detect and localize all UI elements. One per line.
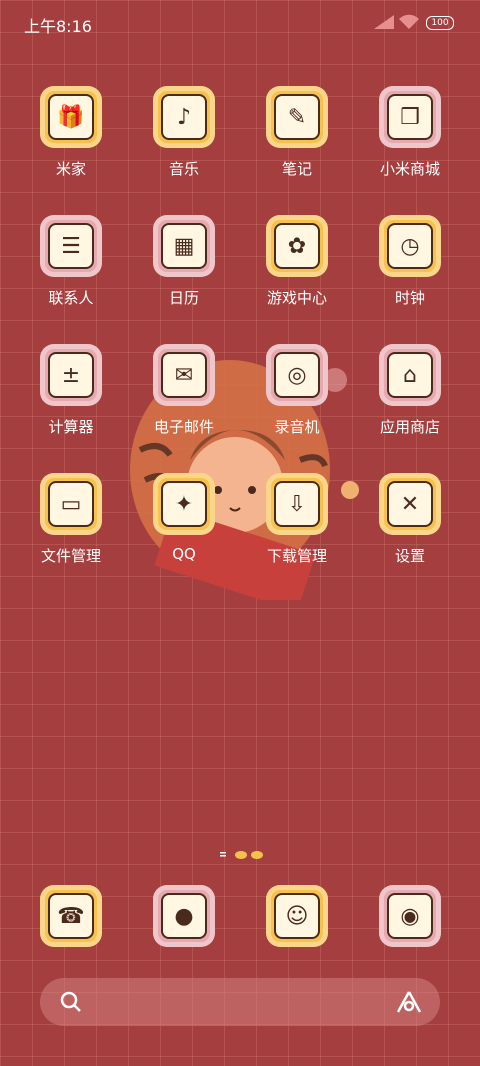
battery-indicator: 100 — [426, 16, 454, 30]
app-14[interactable]: ⇩ 下载管理 — [247, 473, 347, 583]
app-label: 应用商店 — [379, 418, 440, 436]
app-12[interactable]: ▭ 文件管理 — [21, 473, 121, 583]
tiger-clock-icon-glyph: ◷ — [387, 223, 433, 269]
app-2[interactable]: ✎ 笔记 — [247, 86, 347, 196]
calendar-icon[interactable]: ▦ — [153, 215, 215, 277]
envelope-icon-glyph: ✉ — [161, 352, 207, 398]
app-label: 下载管理 — [266, 547, 327, 565]
app-1[interactable]: ♪ 音乐 — [134, 86, 234, 196]
download-icon-glyph: ⇩ — [274, 481, 320, 527]
app-label: 米家 — [55, 160, 86, 178]
camera-icon-glyph: ◉ — [387, 893, 433, 939]
wrench-settings-icon[interactable]: ✕ — [379, 473, 441, 535]
calculator-icon[interactable]: ± — [40, 344, 102, 406]
wifi-icon — [399, 14, 419, 29]
ball-messages-icon[interactable]: ● — [153, 885, 215, 947]
assistant-icon[interactable] — [396, 990, 422, 1014]
app-label: 小米商城 — [379, 160, 440, 178]
phone-icon[interactable]: ☎ — [40, 885, 102, 947]
penguin-qq-icon[interactable]: ✦ — [153, 473, 215, 535]
calculator-icon-glyph: ± — [48, 352, 94, 398]
app-label: 联系人 — [48, 289, 94, 307]
cassette-recorder-icon-glyph: ◎ — [274, 352, 320, 398]
phone-icon-glyph: ☎ — [48, 893, 94, 939]
app-9[interactable]: ✉ 电子邮件 — [134, 344, 234, 454]
signal-icon — [374, 15, 394, 29]
app-3[interactable]: ❒ 小米商城 — [360, 86, 460, 196]
tiger-browser-icon-glyph: ☺ — [274, 893, 320, 939]
app-15[interactable]: ✕ 设置 — [360, 473, 460, 583]
app-label: 计算器 — [48, 418, 94, 436]
tiger-clock-icon[interactable]: ◷ — [379, 215, 441, 277]
tiger-browser-icon[interactable]: ☺ — [266, 885, 328, 947]
app-label: 日历 — [168, 289, 199, 307]
tiger-music-icon-glyph: ♪ — [161, 94, 207, 140]
app-label: 时钟 — [394, 289, 425, 307]
app-store-icon[interactable]: ⌂ — [379, 344, 441, 406]
battery-level: 100 — [431, 18, 449, 28]
download-icon[interactable]: ⇩ — [266, 473, 328, 535]
status-time: 上午8:16 — [24, 17, 92, 36]
tiger-music-icon[interactable]: ♪ — [153, 86, 215, 148]
search-icon[interactable] — [60, 991, 82, 1013]
app-4[interactable]: ☰ 联系人 — [21, 215, 121, 325]
folder-icon-glyph: ▭ — [48, 481, 94, 527]
app-11[interactable]: ⌂ 应用商店 — [360, 344, 460, 454]
penguin-qq-icon-glyph: ✦ — [161, 481, 207, 527]
wrench-settings-icon-glyph: ✕ — [387, 481, 433, 527]
app-label: 游戏中心 — [266, 289, 327, 307]
shop-bag-icon[interactable]: ❒ — [379, 86, 441, 148]
search-bar[interactable] — [40, 978, 440, 1026]
app-13[interactable]: ✦ QQ — [134, 473, 234, 583]
folder-icon[interactable]: ▭ — [40, 473, 102, 535]
cat-game-icon-glyph: ✿ — [274, 223, 320, 269]
notebook-pen-icon[interactable]: ✎ — [266, 86, 328, 148]
cassette-recorder-icon[interactable]: ◎ — [266, 344, 328, 406]
app-label: 录音机 — [274, 418, 320, 436]
app-6[interactable]: ✿ 游戏中心 — [247, 215, 347, 325]
app-label: 文件管理 — [40, 547, 101, 565]
app-7[interactable]: ◷ 时钟 — [360, 215, 460, 325]
app-store-icon-glyph: ⌂ — [387, 352, 433, 398]
contacts-card-icon[interactable]: ☰ — [40, 215, 102, 277]
calendar-icon-glyph: ▦ — [161, 223, 207, 269]
app-10[interactable]: ◎ 录音机 — [247, 344, 347, 454]
gift-icon-glyph: 🎁 — [48, 94, 94, 140]
app-label: QQ — [172, 545, 196, 563]
app-label: 笔记 — [281, 160, 312, 178]
cat-game-icon[interactable]: ✿ — [266, 215, 328, 277]
status-bar: 上午8:16 100 — [0, 0, 480, 46]
envelope-icon[interactable]: ✉ — [153, 344, 215, 406]
notebook-pen-icon-glyph: ✎ — [274, 94, 320, 140]
shop-bag-icon-glyph: ❒ — [387, 94, 433, 140]
app-8[interactable]: ± 计算器 — [21, 344, 121, 454]
page-indicator — [220, 851, 263, 859]
app-label: 电子邮件 — [153, 418, 214, 436]
app-label: 设置 — [394, 547, 425, 565]
ball-messages-icon-glyph: ● — [161, 893, 207, 939]
gift-icon[interactable]: 🎁 — [40, 86, 102, 148]
app-0[interactable]: 🎁 米家 — [21, 86, 121, 196]
camera-icon[interactable]: ◉ — [379, 885, 441, 947]
contacts-card-icon-glyph: ☰ — [48, 223, 94, 269]
app-5[interactable]: ▦ 日历 — [134, 215, 234, 325]
app-label: 音乐 — [168, 160, 199, 178]
